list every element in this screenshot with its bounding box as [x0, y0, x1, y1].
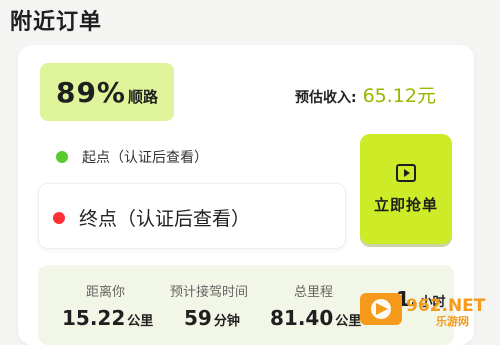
end-point-text: 终点（认证后查看） [79, 208, 251, 230]
estimated-income: 预估收入: 65.12元 [295, 81, 436, 108]
start-point-row: 起点（认证后查看） [56, 147, 208, 167]
match-label: 顺路 [128, 87, 159, 106]
stat-pickup-time-value: 59 [184, 306, 212, 330]
svg-text:962.NET: 962.NET [406, 296, 486, 316]
stat-total-mileage: 总里程 81.40 公里 [270, 281, 361, 330]
start-point-text: 起点（认证后查看） [82, 150, 208, 166]
stat-pickup-time-unit: 分钟 [213, 314, 240, 329]
play-icon [396, 163, 416, 182]
stat-distance-label: 距离你 [86, 285, 126, 300]
stat-pickup-time: 预计接驾时间 59 分钟 [170, 281, 248, 330]
svg-text:乐游网: 乐游网 [436, 314, 469, 328]
end-point-row: 终点（认证后查看） [53, 204, 250, 231]
watermark-logo: 962.NET 乐游网 [360, 293, 486, 328]
stat-distance: 距离你 15.22 公里 [62, 281, 153, 330]
stat-distance-value: 15.22 [62, 306, 126, 330]
match-percent: 89% [55, 75, 126, 109]
stat-distance-unit: 公里 [127, 314, 154, 329]
match-badge: 89% 顺路 [40, 63, 174, 121]
stat-pickup-time-label: 预计接驾时间 [170, 285, 249, 300]
income-label: 预估收入: [294, 90, 357, 106]
stat-total-mileage-value: 81.40 [270, 306, 334, 330]
stat-total-mileage-unit: 公里 [335, 314, 362, 329]
grab-order-label: 立即抢单 [373, 195, 438, 214]
page-title: 附近订单 [10, 10, 103, 35]
income-value: 65.12元 [362, 85, 436, 107]
red-dot-icon [53, 211, 65, 224]
end-point-box: 终点（认证后查看） [38, 183, 346, 249]
green-dot-icon [56, 151, 68, 163]
stat-total-mileage-label: 总里程 [294, 285, 334, 300]
grab-order-button[interactable]: 立即抢单 [360, 134, 452, 244]
